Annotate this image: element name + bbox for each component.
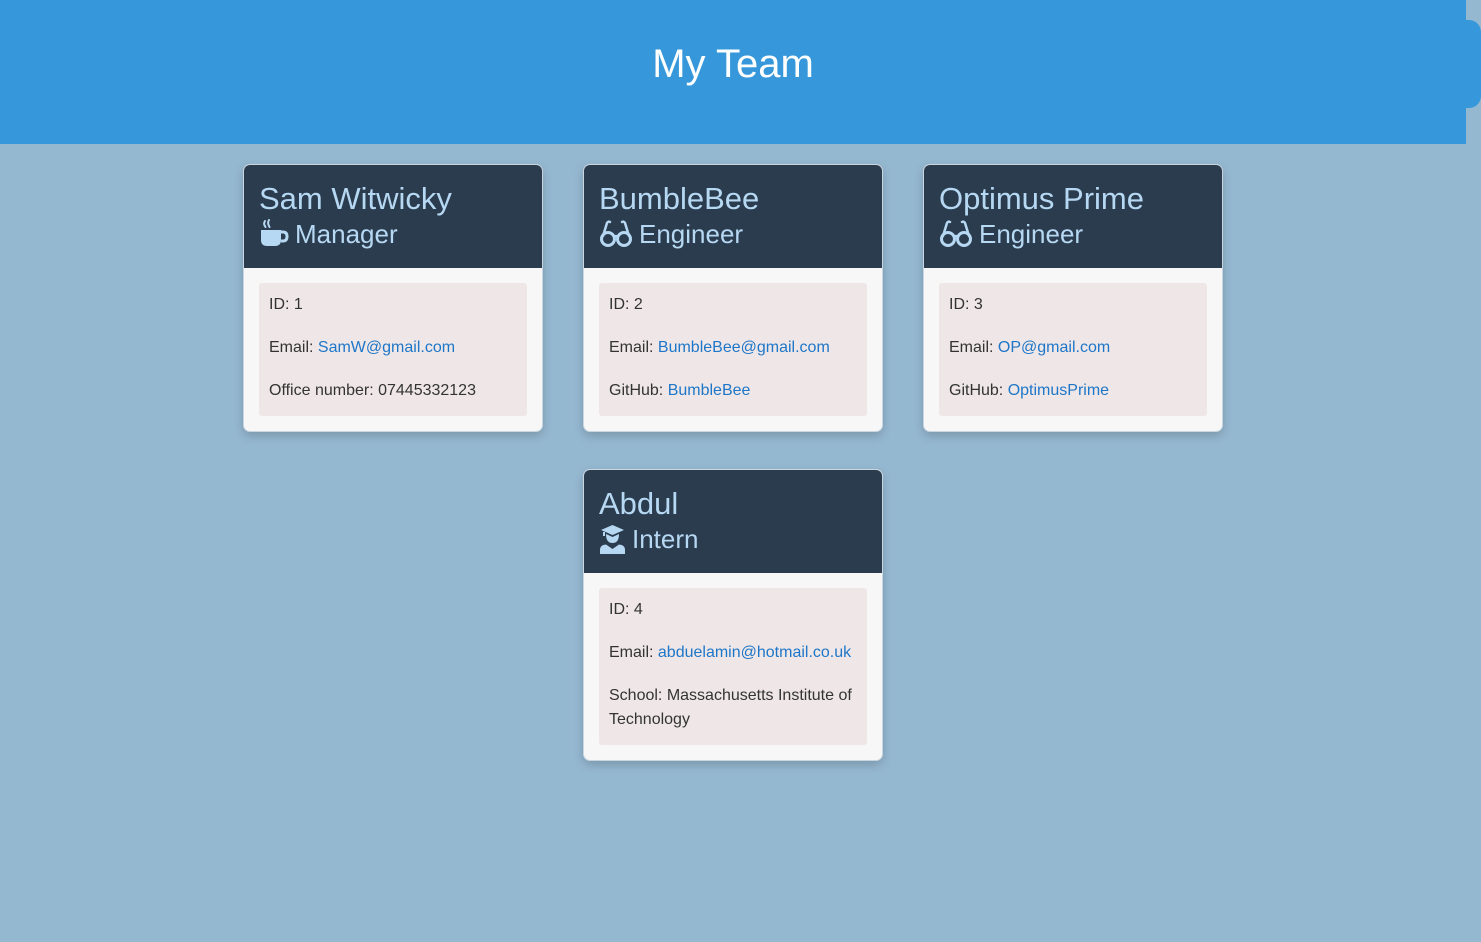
email-label: Email:	[269, 339, 314, 356]
glasses-icon	[599, 220, 633, 248]
card-header: BumbleBee Engineer	[584, 165, 882, 268]
github-label: GitHub:	[949, 382, 1004, 399]
employee-card-manager: Sam Witwicky Manager ID: 1 Email: SamW@g…	[243, 164, 543, 432]
github-line: GitHub: OptimusPrime	[949, 379, 1197, 403]
id-label: ID:	[269, 296, 290, 313]
card-body: ID: 1 Email: SamW@gmail.com Office numbe…	[244, 268, 542, 431]
school-label: School:	[609, 687, 663, 704]
employee-card-engineer: BumbleBee Engineer ID: 2 Email: BumbleBe…	[583, 164, 883, 432]
card-header: Sam Witwicky Manager	[244, 165, 542, 268]
info-list: ID: 4 Email: abduelamin@hotmail.co.uk Sc…	[599, 588, 867, 745]
id-label: ID:	[609, 296, 630, 313]
page-title: My Team	[652, 42, 814, 86]
email-link[interactable]: abduelamin@hotmail.co.uk	[658, 644, 851, 661]
id-label: ID:	[609, 601, 630, 618]
info-list: ID: 3 Email: OP@gmail.com GitHub: Optimu…	[939, 283, 1207, 416]
employee-role: Manager	[259, 218, 527, 250]
email-line: Email: BumbleBee@gmail.com	[609, 336, 857, 360]
id-value: 2	[633, 296, 643, 313]
id-label: ID:	[949, 296, 970, 313]
employee-card-intern: Abdul Intern ID: 4 Email: abduelamin@hot…	[583, 469, 883, 761]
card-body: ID: 3 Email: OP@gmail.com GitHub: Optimu…	[924, 268, 1222, 431]
employee-role: Intern	[599, 523, 867, 555]
github-link[interactable]: OptimusPrime	[1008, 382, 1109, 399]
email-link[interactable]: BumbleBee@gmail.com	[658, 339, 830, 356]
id-line: ID: 4	[609, 598, 857, 622]
id-line: ID: 3	[949, 293, 1197, 317]
employee-name: BumbleBee	[599, 181, 760, 216]
id-value: 4	[633, 601, 643, 618]
email-line: Email: OP@gmail.com	[949, 336, 1197, 360]
email-link[interactable]: OP@gmail.com	[998, 339, 1110, 356]
school-line: School: Massachusetts Institute of Techn…	[609, 684, 857, 732]
id-value: 1	[293, 296, 303, 313]
employee-card-engineer: Optimus Prime Engineer ID: 3 Email: OP@g…	[923, 164, 1223, 432]
card-header: Abdul Intern	[584, 470, 882, 573]
role-label: Manager	[295, 219, 398, 249]
email-label: Email:	[609, 339, 654, 356]
role-label: Intern	[632, 524, 699, 554]
glasses-icon	[939, 220, 973, 248]
card-body: ID: 4 Email: abduelamin@hotmail.co.uk Sc…	[584, 573, 882, 760]
office-number-value: 07445332123	[378, 382, 476, 399]
email-link[interactable]: SamW@gmail.com	[318, 339, 455, 356]
id-line: ID: 1	[269, 293, 517, 317]
github-label: GitHub:	[609, 382, 664, 399]
office-number-line: Office number: 07445332123	[269, 379, 517, 403]
coffee-icon	[259, 219, 289, 249]
role-label: Engineer	[979, 219, 1084, 249]
header-tab	[1455, 20, 1481, 108]
employee-role: Engineer	[599, 218, 867, 250]
role-label: Engineer	[639, 219, 744, 249]
employee-name: Sam Witwicky	[259, 181, 452, 216]
graduate-icon	[599, 524, 626, 554]
card-header: Optimus Prime Engineer	[924, 165, 1222, 268]
id-line: ID: 2	[609, 293, 857, 317]
github-link[interactable]: BumbleBee	[668, 382, 751, 399]
card-body: ID: 2 Email: BumbleBee@gmail.com GitHub:…	[584, 268, 882, 431]
office-number-label: Office number:	[269, 382, 374, 399]
employee-name: Abdul	[599, 486, 679, 521]
info-list: ID: 1 Email: SamW@gmail.com Office numbe…	[259, 283, 527, 416]
id-value: 3	[973, 296, 983, 313]
email-line: Email: abduelamin@hotmail.co.uk	[609, 641, 857, 665]
employee-name: Optimus Prime	[939, 181, 1144, 216]
github-line: GitHub: BumbleBee	[609, 379, 857, 403]
page-header: My Team	[0, 0, 1466, 144]
email-label: Email:	[949, 339, 994, 356]
employee-role: Engineer	[939, 218, 1207, 250]
email-label: Email:	[609, 644, 654, 661]
info-list: ID: 2 Email: BumbleBee@gmail.com GitHub:…	[599, 283, 867, 416]
email-line: Email: SamW@gmail.com	[269, 336, 517, 360]
